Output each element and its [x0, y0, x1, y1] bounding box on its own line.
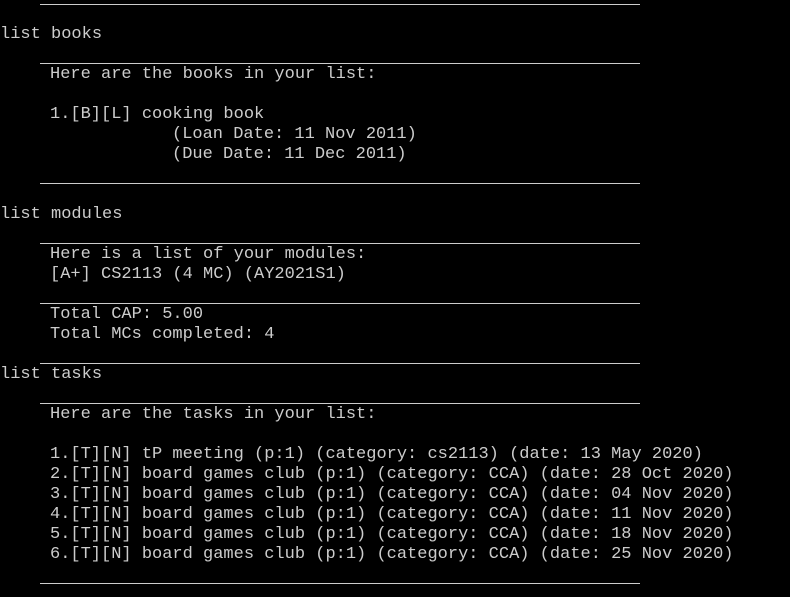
- module-item: [A+] CS2113 (4 MC) (AY2021S1): [50, 265, 346, 284]
- task-item: 4.[T][N] board games club (p:1) (categor…: [50, 505, 734, 524]
- total-mcs: Total MCs completed: 4: [50, 325, 275, 344]
- divider: [40, 243, 640, 244]
- book-loan-date: (Loan Date: 11 Nov 2011): [172, 125, 417, 144]
- task-item: 5.[T][N] board games club (p:1) (categor…: [50, 525, 734, 544]
- modules-header: Here is a list of your modules:: [50, 245, 367, 264]
- books-header: Here are the books in your list:: [50, 65, 377, 84]
- command-list-modules: list modules: [0, 205, 123, 224]
- divider: [40, 183, 640, 184]
- book-due-date: (Due Date: 11 Dec 2011): [172, 145, 407, 164]
- book-item: 1.[B][L] cooking book: [50, 105, 265, 124]
- task-item: 3.[T][N] board games club (p:1) (categor…: [50, 485, 734, 504]
- command-list-tasks: list tasks: [0, 365, 103, 384]
- divider: [40, 303, 640, 304]
- task-item: 2.[T][N] board games club (p:1) (categor…: [50, 465, 734, 484]
- terminal-window[interactable]: list books Here are the books in your li…: [0, 0, 790, 597]
- task-item: 6.[T][N] board games club (p:1) (categor…: [50, 545, 734, 564]
- task-item: 1.[T][N] tP meeting (p:1) (category: cs2…: [50, 445, 703, 464]
- divider: [40, 583, 640, 584]
- command-list-books: list books: [0, 25, 103, 44]
- divider: [40, 403, 640, 404]
- divider: [40, 363, 640, 364]
- tasks-header: Here are the tasks in your list:: [50, 405, 377, 424]
- total-cap: Total CAP: 5.00: [50, 305, 204, 324]
- divider: [40, 63, 640, 64]
- divider: [40, 4, 640, 5]
